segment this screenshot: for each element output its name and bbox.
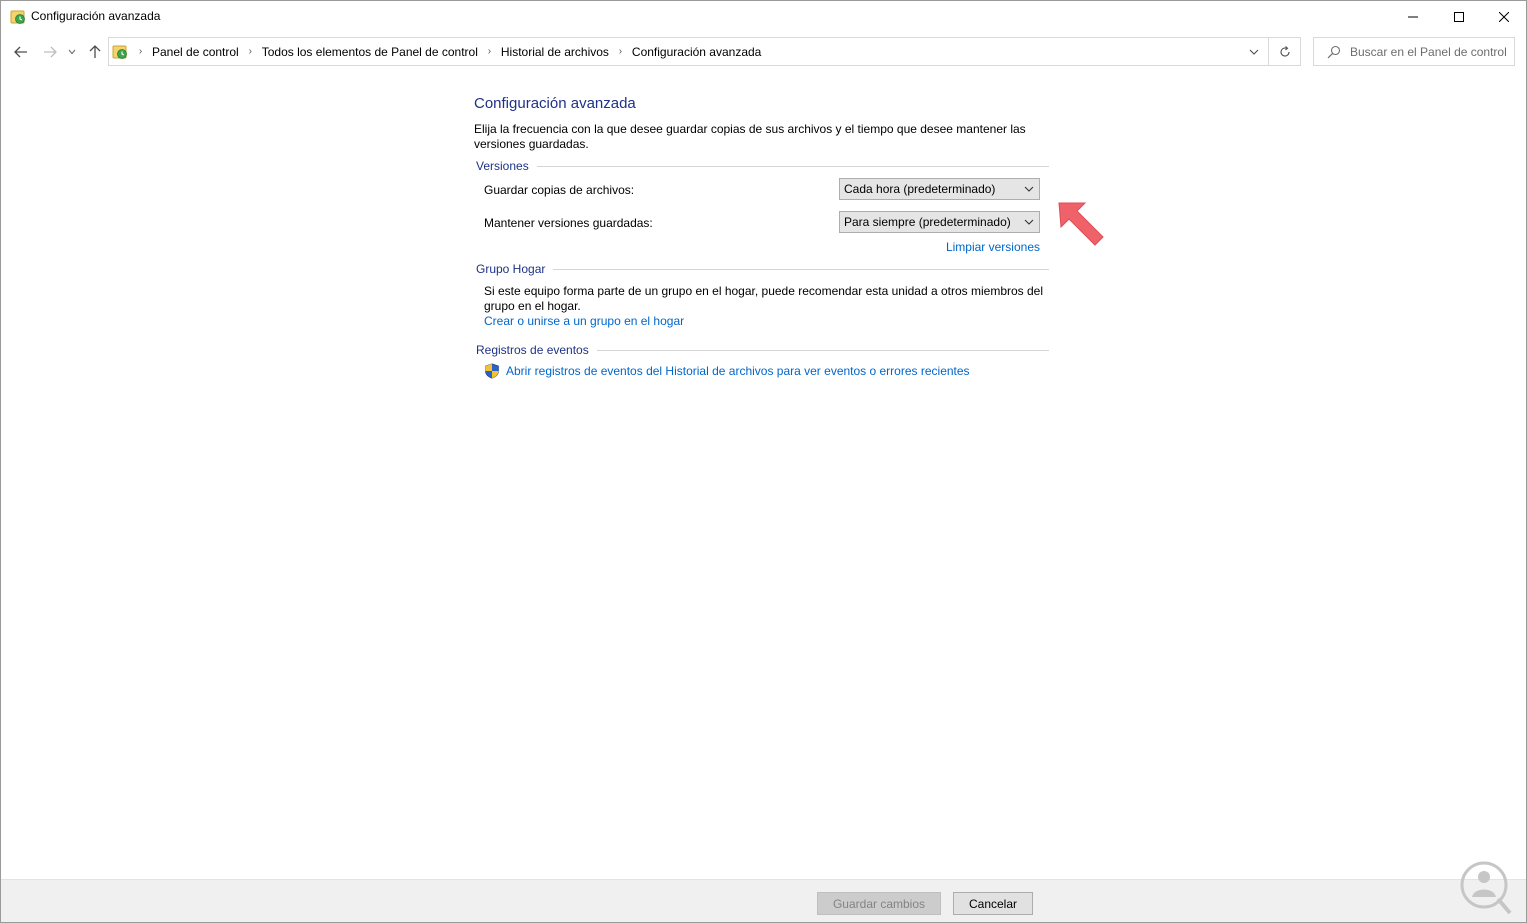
breadcrumb-item[interactable]: Configuración avanzada — [628, 45, 765, 59]
uac-shield-icon — [485, 363, 499, 379]
chevron-right-icon[interactable]: › — [613, 46, 628, 57]
save-copies-label: Guardar copias de archivos: — [484, 183, 635, 197]
arrow-up-icon — [89, 45, 101, 58]
page-title: Configuración avanzada — [474, 95, 636, 112]
search-icon — [1327, 45, 1341, 59]
divider — [536, 165, 1049, 167]
save-copies-value: Cada hora (predeterminado) — [844, 182, 996, 196]
save-button[interactable]: Guardar cambios — [817, 892, 941, 915]
footer-bar: Guardar cambios Cancelar — [1, 879, 1526, 922]
refresh-button[interactable] — [1268, 38, 1301, 65]
divider — [553, 268, 1049, 270]
close-button[interactable] — [1481, 1, 1526, 32]
maximize-icon — [1454, 11, 1464, 22]
chevron-down-icon — [1019, 179, 1039, 199]
section-homegroup: Grupo Hogar — [476, 262, 1049, 276]
address-history-button[interactable] — [1242, 38, 1266, 65]
search-box[interactable] — [1313, 37, 1515, 66]
section-event-logs: Registros de eventos — [476, 343, 1049, 357]
arrow-right-icon — [44, 46, 57, 58]
forward-button[interactable] — [38, 40, 62, 64]
section-versions: Versiones — [476, 159, 1049, 173]
divider — [596, 349, 1049, 351]
chevron-down-icon — [1249, 49, 1259, 55]
keep-versions-label: Mantener versiones guardadas: — [484, 216, 653, 230]
close-icon — [1499, 11, 1509, 22]
search-input[interactable] — [1350, 42, 1510, 61]
page-description: Elija la frecuencia con la que desee gua… — [474, 122, 1026, 151]
recent-locations-button[interactable] — [65, 40, 79, 64]
chevron-down-icon — [1019, 212, 1039, 232]
keep-versions-value: Para siempre (predeterminado) — [844, 215, 1011, 229]
minimize-button[interactable] — [1390, 1, 1436, 32]
keep-versions-dropdown[interactable]: Para siempre (predeterminado) — [839, 211, 1040, 233]
maximize-button[interactable] — [1436, 1, 1482, 32]
minimize-icon — [1408, 16, 1418, 17]
section-title: Grupo Hogar — [476, 262, 546, 276]
navigation-bar: › Panel de control › Todos los elementos… — [1, 32, 1526, 72]
address-bar[interactable]: › Panel de control › Todos los elementos… — [108, 37, 1301, 66]
chevron-right-icon[interactable]: › — [243, 46, 258, 57]
chevron-right-icon[interactable]: › — [133, 46, 148, 57]
watermark-logo — [1460, 861, 1512, 915]
up-button[interactable] — [83, 40, 107, 64]
section-title: Registros de eventos — [476, 343, 589, 357]
back-button[interactable] — [9, 40, 33, 64]
homegroup-text: Si este equipo forma parte de un grupo e… — [484, 284, 1044, 313]
file-history-icon — [112, 45, 127, 59]
title-bar: Configuración avanzada — [1, 1, 1526, 32]
homegroup-link[interactable]: Crear o unirse a un grupo en el hogar — [484, 314, 684, 328]
breadcrumb-item[interactable]: Panel de control — [148, 45, 243, 59]
event-logs-link[interactable]: Abrir registros de eventos del Historial… — [506, 364, 970, 378]
event-logs-row: Abrir registros de eventos del Historial… — [484, 363, 970, 379]
arrow-left-icon — [14, 46, 27, 58]
clean-versions-link[interactable]: Limpiar versiones — [946, 240, 1040, 254]
breadcrumb: › Panel de control › Todos los elementos… — [133, 38, 765, 65]
section-title: Versiones — [476, 159, 529, 173]
refresh-icon — [1280, 45, 1290, 57]
cancel-button[interactable]: Cancelar — [953, 892, 1033, 915]
chevron-down-icon — [68, 49, 76, 55]
window: Configuración avanzada › Panel de contro… — [0, 0, 1527, 923]
window-title: Configuración avanzada — [31, 9, 161, 23]
annotation-arrow-icon — [1058, 202, 1104, 246]
breadcrumb-item[interactable]: Historial de archivos — [497, 45, 613, 59]
save-copies-dropdown[interactable]: Cada hora (predeterminado) — [839, 178, 1040, 200]
chevron-right-icon[interactable]: › — [482, 46, 497, 57]
file-history-icon — [10, 10, 25, 24]
breadcrumb-item[interactable]: Todos los elementos de Panel de control — [258, 45, 482, 59]
